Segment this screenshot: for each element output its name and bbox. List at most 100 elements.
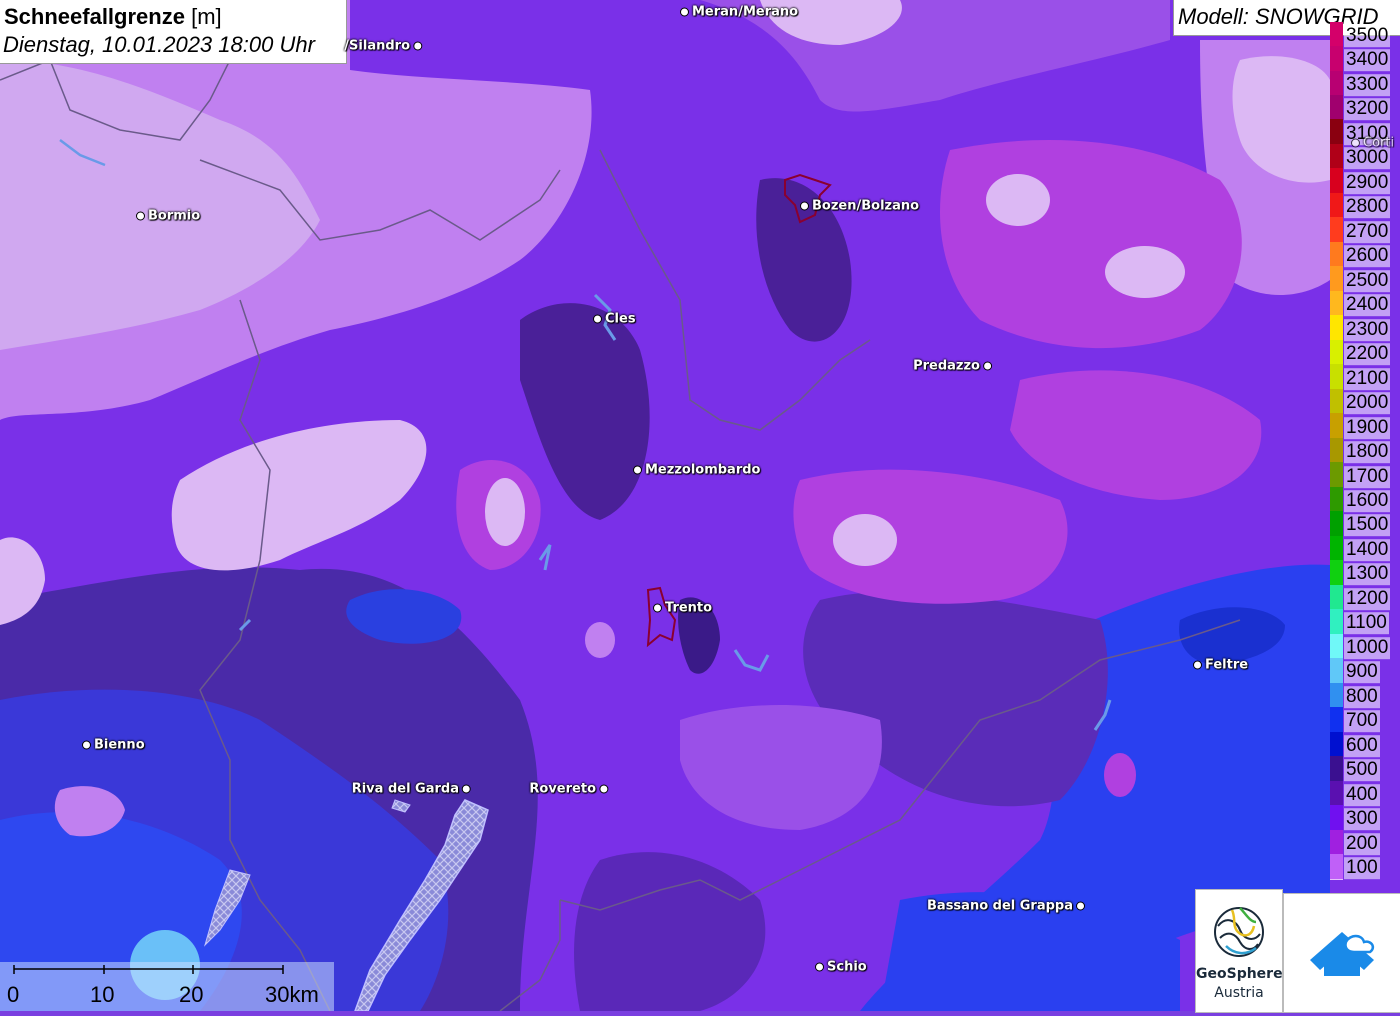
legend-label: 900 bbox=[1344, 661, 1380, 684]
legend-swatch bbox=[1330, 805, 1343, 831]
city-label[interactable]: Corti bbox=[1351, 136, 1394, 151]
legend-item: 800 bbox=[1330, 682, 1400, 709]
cloud-arrow-icon bbox=[1310, 932, 1375, 976]
legend-swatch bbox=[1330, 486, 1343, 513]
legend-item: 1500 bbox=[1330, 511, 1400, 537]
legend-swatch bbox=[1330, 560, 1343, 586]
city-dot-icon bbox=[800, 201, 809, 211]
legend-item: 400 bbox=[1330, 780, 1400, 807]
legend-item: 300 bbox=[1330, 805, 1400, 831]
scale-label: 0 bbox=[7, 982, 20, 1007]
legend-label: 2700 bbox=[1344, 220, 1391, 243]
legend-swatch bbox=[1330, 462, 1343, 488]
city-dot-icon bbox=[983, 361, 992, 371]
legend-label: 2200 bbox=[1344, 343, 1391, 366]
legend-label: 2500 bbox=[1344, 269, 1391, 292]
legend-item: 2200 bbox=[1330, 339, 1400, 366]
legend-swatch bbox=[1330, 168, 1343, 194]
legend-label: 800 bbox=[1344, 686, 1380, 709]
geosphere-country: Austria bbox=[1214, 985, 1264, 1001]
city-label[interactable]: Bozen/Bolzano bbox=[800, 199, 919, 214]
legend-item: 500 bbox=[1330, 756, 1400, 782]
legend-item: 3400 bbox=[1330, 46, 1400, 72]
weather-app-logo[interactable] bbox=[1283, 893, 1400, 1013]
city-dot-icon bbox=[599, 784, 608, 794]
snowfall-map[interactable] bbox=[0, 0, 1400, 1011]
legend-swatch bbox=[1330, 217, 1343, 243]
city-label[interactable]: Bienno bbox=[82, 738, 145, 753]
legend-item: 100 bbox=[1330, 854, 1400, 880]
city-dot-icon bbox=[593, 314, 602, 324]
city-dot-icon bbox=[1193, 660, 1202, 670]
legend-item: 3300 bbox=[1330, 70, 1400, 96]
city-label[interactable]: Cles bbox=[593, 312, 636, 327]
legend-swatch bbox=[1330, 633, 1343, 660]
legend-swatch bbox=[1330, 413, 1343, 439]
legend-swatch bbox=[1330, 829, 1343, 856]
color-legend: 3500 3400 3300 3200 3100 3000 2900 2800 2700 2600… bbox=[1330, 21, 1400, 892]
legend-swatch bbox=[1330, 535, 1343, 562]
legend-item: 2900 bbox=[1330, 168, 1400, 194]
legend-swatch bbox=[1330, 658, 1343, 684]
city-dot-icon bbox=[462, 784, 471, 794]
legend-label: 2800 bbox=[1344, 196, 1391, 219]
legend-item: 1400 bbox=[1330, 535, 1400, 562]
legend-swatch bbox=[1330, 511, 1343, 537]
legend-item: 2500 bbox=[1330, 266, 1400, 292]
city-label[interactable]: Predazzo bbox=[913, 359, 992, 374]
legend-item: 1100 bbox=[1330, 609, 1400, 635]
legend-label: 1200 bbox=[1344, 588, 1391, 611]
legend-item: 2600 bbox=[1330, 241, 1400, 268]
city-label[interactable]: Meran/Merano bbox=[680, 5, 798, 20]
city-label[interactable]: Schio bbox=[815, 960, 867, 975]
legend-label: 2900 bbox=[1344, 171, 1391, 194]
legend-swatch bbox=[1330, 609, 1343, 635]
legend-item: 2000 bbox=[1330, 388, 1400, 415]
city-label[interactable]: Riva del Garda bbox=[352, 782, 471, 797]
legend-swatch bbox=[1330, 119, 1343, 145]
legend-swatch bbox=[1330, 682, 1343, 709]
legend-swatch bbox=[1330, 731, 1343, 758]
legend-swatch bbox=[1330, 266, 1343, 292]
city-dot-icon bbox=[633, 465, 642, 475]
legend-label: 2600 bbox=[1344, 245, 1391, 268]
legend-label: 1700 bbox=[1344, 465, 1391, 488]
legend-item: 700 bbox=[1330, 707, 1400, 733]
legend-item: 1700 bbox=[1330, 462, 1400, 488]
legend-swatch bbox=[1330, 143, 1343, 170]
legend-item: 600 bbox=[1330, 731, 1400, 758]
legend-swatch bbox=[1330, 46, 1343, 72]
legend-label: 2000 bbox=[1344, 392, 1391, 415]
legend-label: 1600 bbox=[1344, 490, 1391, 513]
city-label[interactable]: Bassano del Grappa bbox=[927, 899, 1085, 914]
city-label[interactable]: /Silandro bbox=[344, 39, 422, 54]
legend-item: 1200 bbox=[1330, 584, 1400, 611]
legend-swatch bbox=[1330, 854, 1343, 880]
legend-swatch bbox=[1330, 707, 1343, 733]
city-label[interactable]: Feltre bbox=[1193, 658, 1248, 673]
scale-bar: 0 10 20 30km bbox=[0, 962, 334, 1011]
legend-item: 2100 bbox=[1330, 364, 1400, 390]
city-label[interactable]: Mezzolombardo bbox=[633, 463, 760, 478]
city-dot-icon bbox=[1351, 138, 1360, 148]
legend-swatch bbox=[1330, 21, 1343, 48]
legend-item: 1900 bbox=[1330, 413, 1400, 439]
scale-label: 10 bbox=[90, 982, 115, 1007]
city-label[interactable]: Trento bbox=[653, 601, 712, 616]
legend-label: 2300 bbox=[1344, 318, 1391, 341]
city-label[interactable]: Bormio bbox=[136, 209, 200, 224]
legend-label: 3200 bbox=[1344, 98, 1391, 121]
city-dot-icon bbox=[815, 962, 824, 972]
legend-swatch bbox=[1330, 388, 1343, 415]
geosphere-logo[interactable]: GeoSphere Austria bbox=[1195, 889, 1283, 1013]
legend-swatch bbox=[1330, 780, 1343, 807]
legend-label: 3500 bbox=[1344, 24, 1391, 47]
legend-swatch bbox=[1330, 290, 1343, 317]
legend-label: 200 bbox=[1344, 832, 1380, 855]
legend-item: 2800 bbox=[1330, 192, 1400, 219]
legend-item: 200 bbox=[1330, 829, 1400, 856]
legend-swatch bbox=[1330, 584, 1343, 611]
legend-swatch bbox=[1330, 315, 1343, 341]
city-label[interactable]: Rovereto bbox=[529, 782, 608, 797]
city-dot-icon bbox=[136, 211, 145, 221]
